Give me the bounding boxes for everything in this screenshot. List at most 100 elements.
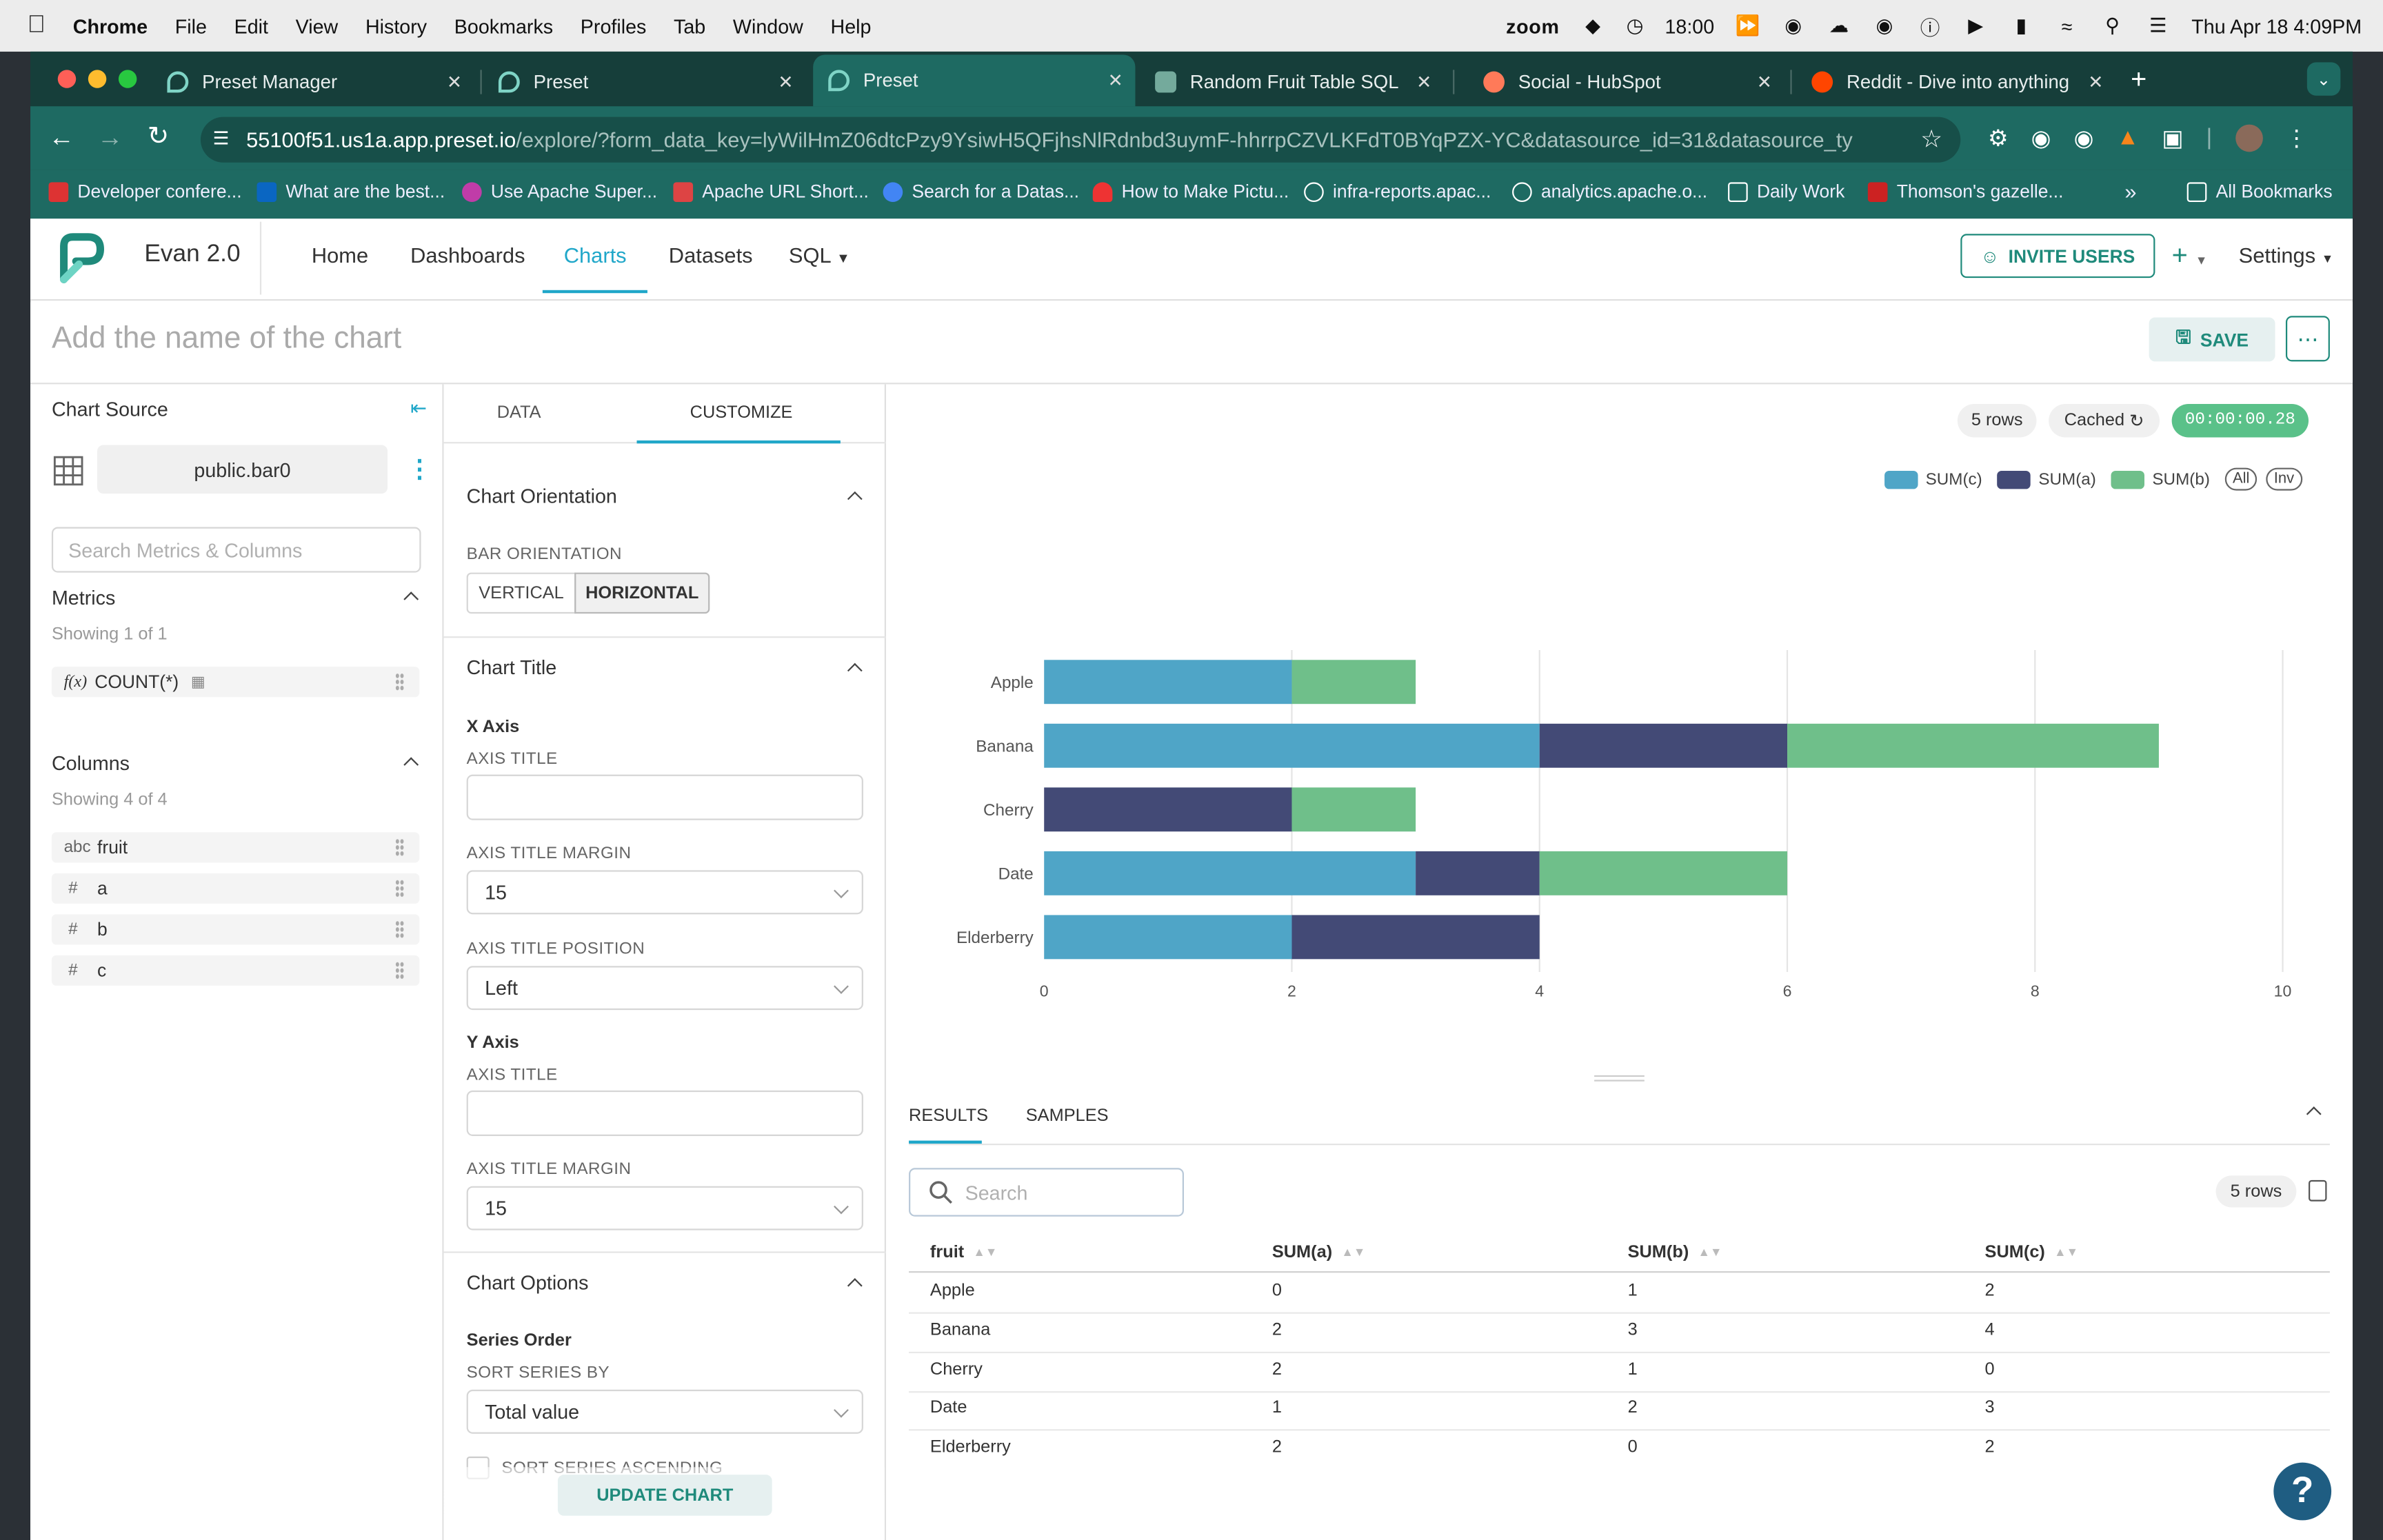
more-options-button[interactable]: ⋯ bbox=[2285, 316, 2330, 362]
sort-series-by-select[interactable]: Total value bbox=[466, 1389, 863, 1434]
bar-sumb[interactable] bbox=[1291, 787, 1416, 832]
password-icon[interactable]: ◉ bbox=[1872, 14, 1896, 37]
dataset-menu-icon[interactable]: ⋮ bbox=[408, 454, 432, 485]
bookmark-item[interactable]: Use Apache Super... bbox=[462, 179, 657, 203]
profile-avatar[interactable] bbox=[2235, 124, 2263, 152]
legend-invert-button[interactable]: Inv bbox=[2266, 467, 2302, 491]
legend-item-sumc[interactable]: SUM(c) bbox=[1884, 469, 1982, 489]
minimize-window-button[interactable] bbox=[88, 70, 107, 88]
close-tab-icon[interactable]: ✕ bbox=[447, 72, 462, 93]
nav-home[interactable]: Home bbox=[312, 243, 368, 267]
menu-bookmarks[interactable]: Bookmarks bbox=[454, 14, 553, 37]
control-center-icon[interactable]: ☰ bbox=[2146, 14, 2170, 37]
browser-tab-preset-manager[interactable]: Preset Manager ✕ bbox=[152, 61, 474, 103]
zoom-status[interactable]: zoom bbox=[1506, 14, 1559, 37]
tab-search-button[interactable]: ⌄ bbox=[2306, 62, 2341, 96]
search-metrics-input[interactable]: Search Metrics & Columns bbox=[51, 527, 421, 573]
column-item-c[interactable]: # c bbox=[51, 955, 420, 986]
extension-metamask-icon[interactable]: ▲ bbox=[2117, 125, 2140, 152]
column-header-sumc[interactable]: SUM(c) ▲▼ bbox=[1985, 1244, 2078, 1262]
bookmark-folder-daily-work[interactable]: Daily Work bbox=[1728, 179, 1844, 203]
apple-icon[interactable]:  bbox=[28, 12, 46, 40]
bar-sumb[interactable] bbox=[1539, 851, 1788, 895]
bookmark-item[interactable]: What are the best... bbox=[257, 179, 445, 203]
menubar-date[interactable]: Thu Apr 18 4:09PM bbox=[2191, 14, 2362, 37]
menu-app-name[interactable]: Chrome bbox=[73, 14, 148, 37]
close-tab-icon[interactable]: ✕ bbox=[1108, 70, 1123, 91]
preset-logo-icon[interactable] bbox=[52, 227, 112, 288]
drag-handle-icon[interactable] bbox=[395, 920, 405, 939]
extension-onepassword-icon[interactable]: ◉ bbox=[2074, 125, 2094, 152]
browser-tab-preset-active[interactable]: Preset ✕ bbox=[813, 54, 1136, 107]
bar-suma[interactable] bbox=[1291, 915, 1540, 960]
orientation-vertical-button[interactable]: VERTICAL bbox=[466, 572, 576, 614]
bar-sumc[interactable] bbox=[1044, 660, 1292, 705]
wifi-icon[interactable]: ≈ bbox=[2055, 14, 2079, 37]
save-button[interactable]: 🖫 SAVE bbox=[2149, 317, 2275, 362]
copy-icon[interactable] bbox=[2309, 1179, 2327, 1202]
menu-tab[interactable]: Tab bbox=[674, 14, 705, 37]
onepassword-icon[interactable]: ◉ bbox=[1781, 14, 1805, 37]
timer-icon[interactable]: ◷ bbox=[1627, 14, 1644, 38]
extension-camera-icon[interactable]: ◉ bbox=[2031, 125, 2051, 152]
extension-gear-icon[interactable]: ⚙ bbox=[1988, 125, 2009, 152]
settings-menu[interactable]: Settings ▼ bbox=[2239, 243, 2334, 267]
resize-handle[interactable] bbox=[1594, 1075, 1645, 1082]
results-search-input[interactable]: Search bbox=[909, 1168, 1184, 1217]
browser-tab-preset[interactable]: Preset ✕ bbox=[483, 61, 805, 103]
menu-view[interactable]: View bbox=[296, 14, 339, 37]
menu-file[interactable]: File bbox=[175, 14, 207, 37]
close-tab-icon[interactable]: ✕ bbox=[1757, 72, 1772, 93]
play-icon[interactable]: ▶ bbox=[1964, 14, 1988, 37]
samples-tab[interactable]: SAMPLES bbox=[1026, 1107, 1109, 1125]
column-item-a[interactable]: # a bbox=[51, 873, 420, 904]
menu-edit[interactable]: Edit bbox=[234, 14, 268, 37]
extensions-puzzle-icon[interactable]: ▣ bbox=[2162, 125, 2183, 152]
legend-select-all-button[interactable]: All bbox=[2224, 467, 2258, 491]
column-header-suma[interactable]: SUM(a) ▲▼ bbox=[1272, 1244, 1365, 1262]
menu-history[interactable]: History bbox=[365, 14, 427, 37]
menu-window[interactable]: Window bbox=[733, 14, 803, 37]
results-tab[interactable]: RESULTS bbox=[909, 1107, 988, 1125]
all-bookmarks-folder[interactable]: All Bookmarks bbox=[2186, 179, 2333, 203]
nav-datasets[interactable]: Datasets bbox=[669, 243, 753, 267]
forward-icon[interactable]: → bbox=[97, 123, 123, 153]
bookmark-item[interactable]: Apache URL Short... bbox=[673, 179, 869, 203]
site-settings-icon[interactable]: ☰ bbox=[213, 128, 230, 149]
menubar-clock[interactable]: 18:00 bbox=[1665, 14, 1714, 37]
drag-handle-icon[interactable] bbox=[395, 961, 405, 980]
browser-tab-random-fruit[interactable]: Random Fruit Table SQL ✕ bbox=[1140, 61, 1444, 103]
metric-item[interactable]: f(x) COUNT(*) ▦ bbox=[51, 667, 420, 698]
address-bar[interactable]: ☰ 55100f51.us1a.app.preset.io/explore/?f… bbox=[200, 116, 1961, 163]
column-item-fruit[interactable]: abc fruit bbox=[51, 832, 420, 863]
cached-badge[interactable]: Cached ↻ bbox=[2049, 404, 2160, 438]
spotlight-icon[interactable]: ⚲ bbox=[2100, 14, 2124, 37]
x-axis-title-input[interactable] bbox=[466, 774, 863, 820]
bar-sumb[interactable] bbox=[1291, 660, 1416, 705]
y-axis-title-input[interactable] bbox=[466, 1090, 863, 1136]
dropbox-icon[interactable]: ◆ bbox=[1580, 14, 1605, 37]
bookmark-item[interactable]: How to Make Pictu... bbox=[1092, 179, 1289, 203]
info-icon[interactable]: ⓘ bbox=[1918, 15, 1942, 39]
bookmark-item[interactable]: analytics.apache.o... bbox=[1512, 179, 1707, 203]
nav-dashboards[interactable]: Dashboards bbox=[410, 243, 525, 267]
bar-suma[interactable] bbox=[1539, 723, 1788, 768]
tab-customize[interactable]: CUSTOMIZE bbox=[690, 404, 793, 422]
legend-item-sumb[interactable]: SUM(b) bbox=[2111, 469, 2210, 489]
collapse-panel-icon[interactable]: ⇤ bbox=[410, 396, 427, 421]
media-icon[interactable]: ⏩ bbox=[1736, 14, 1760, 37]
menu-profiles[interactable]: Profiles bbox=[581, 14, 647, 37]
bar-sumc[interactable] bbox=[1044, 723, 1540, 768]
reload-icon[interactable]: ↻ bbox=[148, 121, 169, 152]
nav-sql[interactable]: SQL ▼ bbox=[789, 243, 850, 267]
new-tab-button[interactable]: + bbox=[2131, 64, 2146, 96]
close-window-button[interactable] bbox=[57, 70, 77, 88]
column-item-b[interactable]: # b bbox=[51, 914, 420, 945]
battery-icon[interactable]: ▮ bbox=[2009, 14, 2033, 37]
bookmark-star-icon[interactable]: ☆ bbox=[1920, 125, 1942, 155]
orientation-horizontal-button[interactable]: HORIZONTAL bbox=[574, 572, 710, 614]
back-icon[interactable]: ← bbox=[49, 123, 74, 153]
legend-item-suma[interactable]: SUM(a) bbox=[1997, 469, 2096, 489]
drag-handle-icon[interactable] bbox=[395, 838, 405, 857]
workspace-name[interactable]: Evan 2.0 bbox=[144, 241, 240, 269]
